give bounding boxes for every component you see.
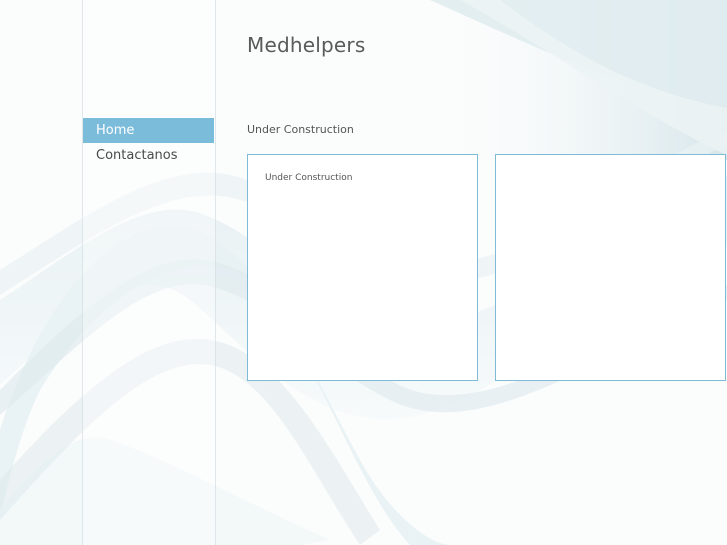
panel-text: Under Construction [265, 173, 353, 183]
content-panel-right [495, 154, 726, 381]
sidebar-column [82, 0, 216, 545]
nav-item-contactanos[interactable]: Contactanos [83, 143, 214, 168]
page: Medhelpers Home Contactanos Under Constr… [0, 0, 727, 545]
content-panel-left: Under Construction [247, 154, 478, 381]
page-heading: Under Construction [247, 123, 354, 136]
site-title: Medhelpers [247, 33, 366, 57]
main-navigation: Home Contactanos [83, 118, 214, 168]
nav-item-home[interactable]: Home [83, 118, 214, 143]
